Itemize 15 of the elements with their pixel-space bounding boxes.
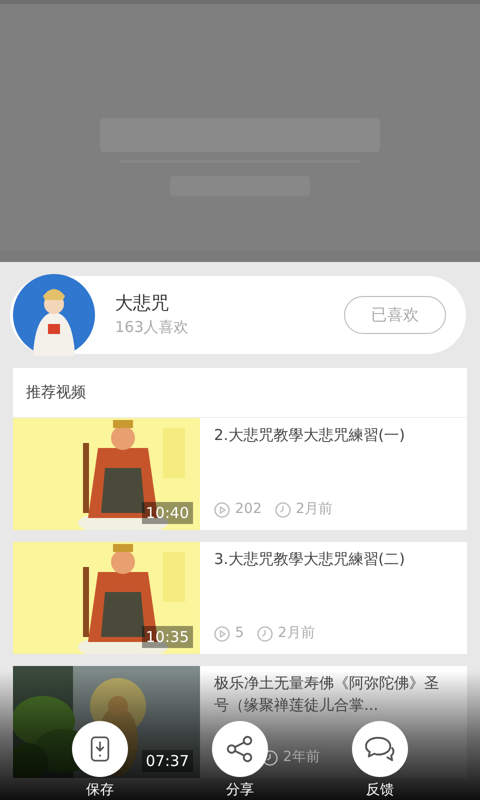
like-count: 163人喜欢	[115, 317, 190, 338]
view-count: 202	[235, 500, 262, 519]
action-label: 分享	[226, 781, 254, 799]
channel-name: 大悲咒	[115, 292, 170, 316]
action-label: 保存	[86, 781, 114, 799]
video-age: 2月前	[296, 500, 333, 519]
section-title: 推荐视频	[26, 382, 86, 404]
video-duration: 07:37	[142, 750, 193, 772]
video-age: 2年前	[283, 748, 320, 767]
video-title: 2.大悲咒教學大悲咒練習(一)	[214, 425, 406, 446]
video-age: 2月前	[278, 624, 315, 643]
video-title: 3.大悲咒教學大悲咒練習(二)	[214, 549, 406, 570]
action-label: 反馈	[366, 781, 394, 799]
view-count: 5	[235, 624, 244, 643]
video-title: 极乐净土无量寿佛《阿弥陀佛》圣号（缘聚禅莲徒儿合掌...	[214, 673, 440, 716]
